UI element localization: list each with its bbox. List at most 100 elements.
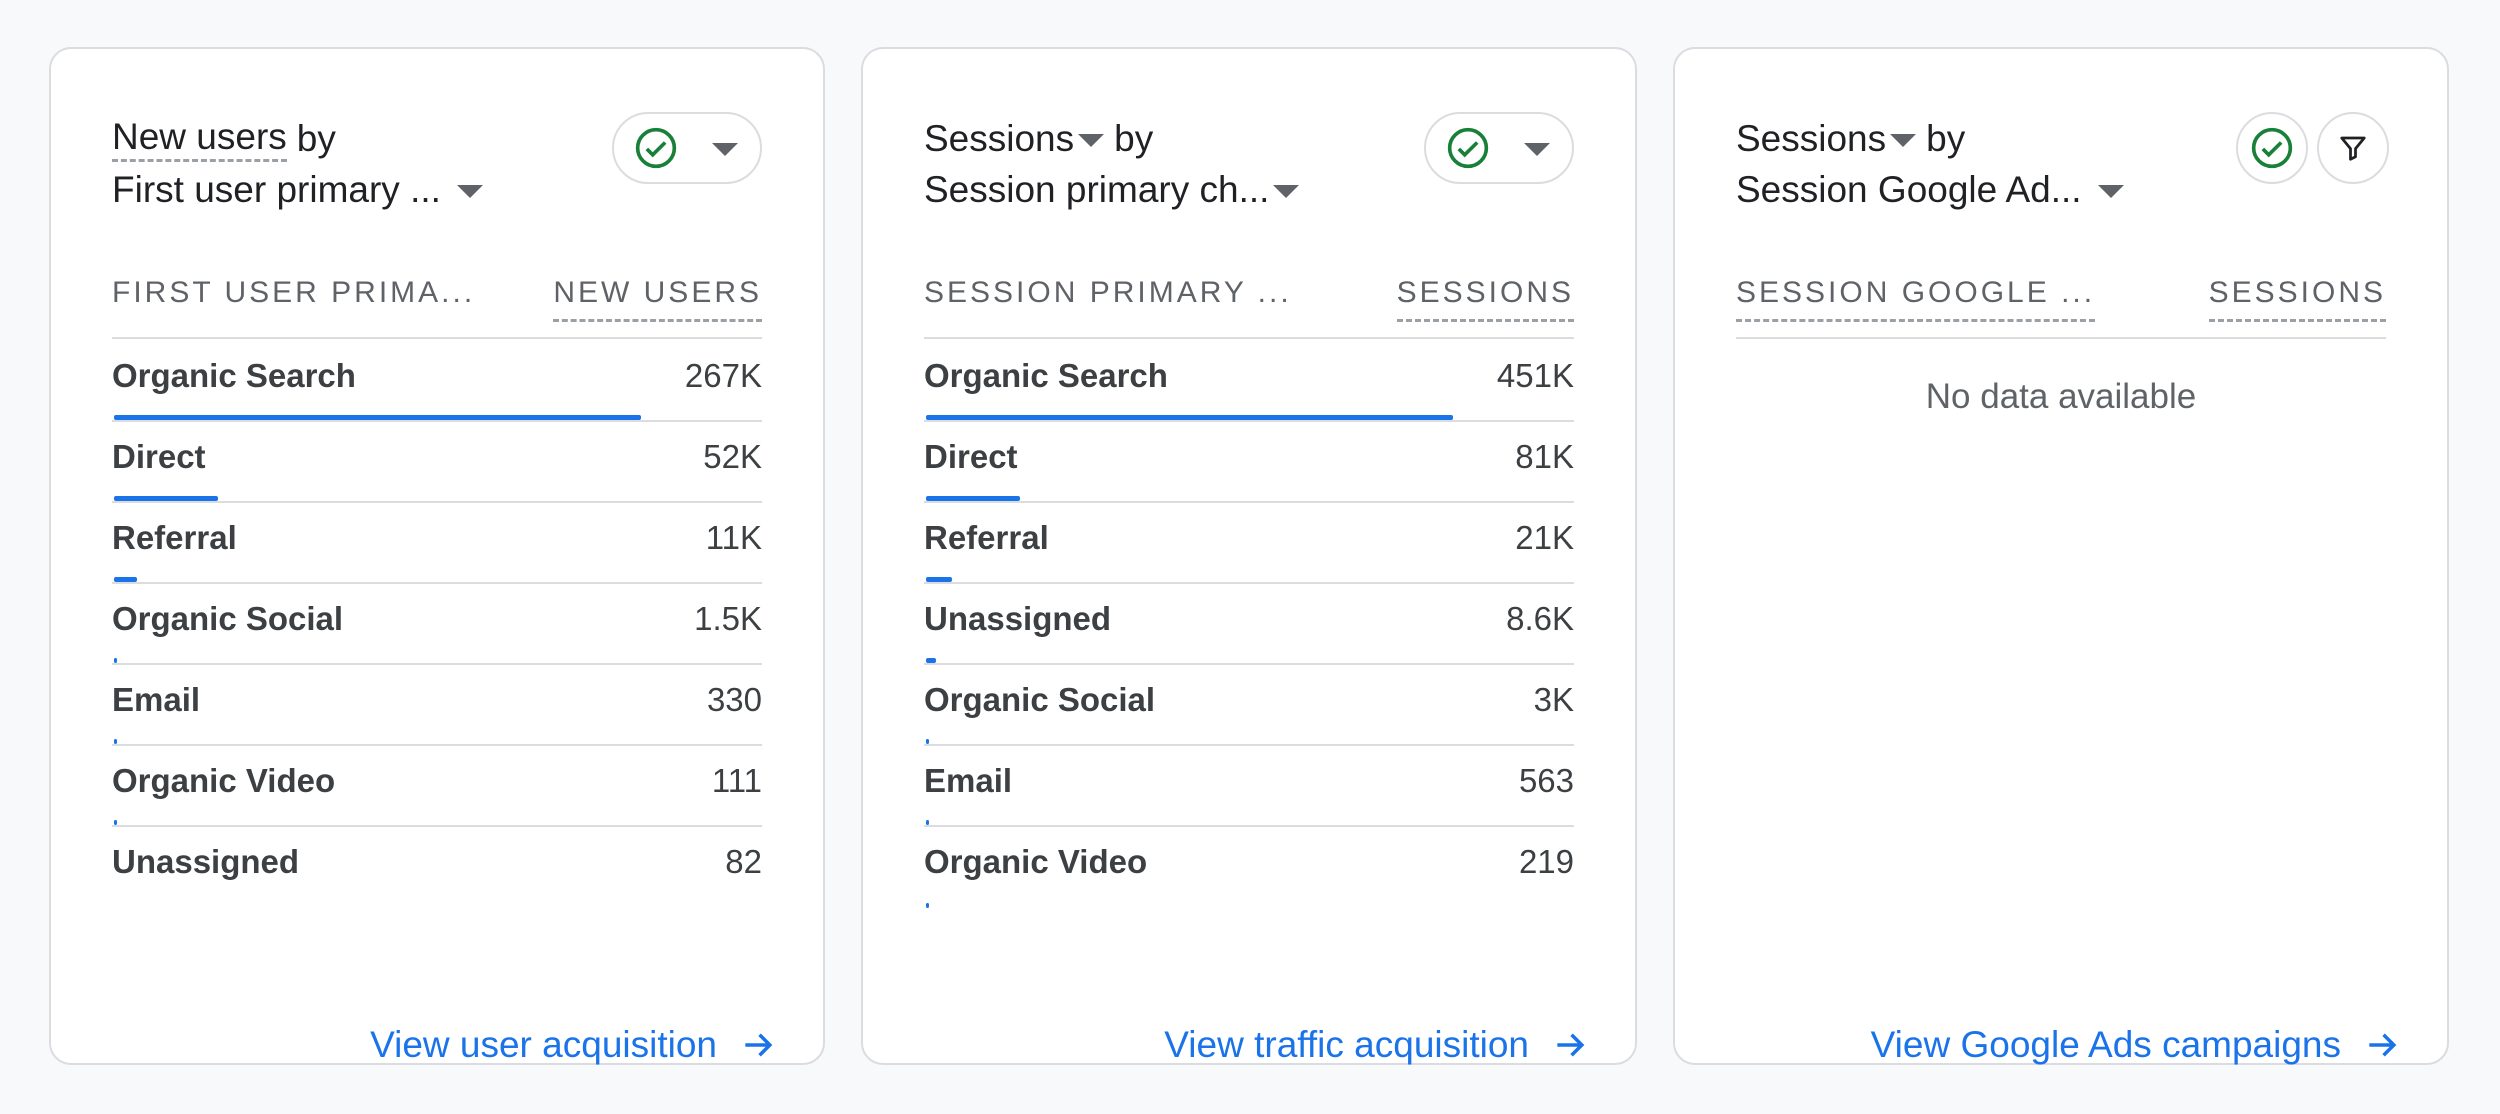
link-label: View user acquisition <box>370 1024 717 1065</box>
row-value: 563 <box>1518 762 1574 799</box>
comparison-dropdown[interactable] <box>612 112 762 184</box>
table-row[interactable]: Direct 52K <box>112 422 762 503</box>
row-bar <box>114 658 118 663</box>
row-bar <box>926 658 936 663</box>
row-label: Direct <box>924 438 1018 475</box>
view-traffic-acquisition-link[interactable]: View traffic acquisition <box>1164 1024 1589 1066</box>
dimension-label: Session Google Ad... <box>1736 169 2082 210</box>
table-row[interactable]: Organic Search 451K <box>924 341 1574 422</box>
row-label: Organic Social <box>924 681 1156 718</box>
row-value: 11K <box>705 519 762 556</box>
card-new-users: New users by First user primary ... FIRS… <box>49 47 825 1065</box>
table-row[interactable]: Referral 11K <box>112 503 762 584</box>
triangle-down-icon <box>1078 134 1105 147</box>
filter-icon <box>2340 136 2366 161</box>
arrow-right-icon <box>1551 1026 1589 1064</box>
row-label: Unassigned <box>924 600 1112 637</box>
row-value: 21K <box>1515 519 1574 556</box>
title-by: by <box>1926 118 1966 159</box>
row-label: Organic Video <box>112 762 336 799</box>
row-value: 82 <box>725 843 762 880</box>
link-label: View Google Ads campaigns <box>1870 1024 2341 1065</box>
arrow-right-icon <box>739 1026 777 1064</box>
row-bar <box>926 820 929 825</box>
no-data-message: No data available <box>1925 377 2197 416</box>
dimension-label: Session primary ch... <box>924 169 1270 210</box>
triangle-down-icon <box>1890 134 1917 147</box>
metric-selector[interactable]: Sessions <box>924 113 1074 164</box>
column-header-metric[interactable]: NEW USERS <box>553 275 762 322</box>
row-label: Email <box>112 681 201 718</box>
table-row[interactable]: Unassigned 8.6K <box>924 584 1574 665</box>
table-row[interactable]: Organic Video 111 <box>112 746 762 827</box>
row-value: 81K <box>1515 438 1574 475</box>
row-bar <box>114 415 641 420</box>
comparison-button[interactable] <box>2236 112 2308 184</box>
row-value: 3K <box>1533 681 1574 718</box>
card-sessions-channel: Sessions by Session primary ch... SESSIO… <box>861 47 1637 1065</box>
link-label: View traffic acquisition <box>1164 1024 1529 1065</box>
table-row[interactable]: Unassigned 82 <box>112 827 762 908</box>
metric-selector[interactable]: Sessions <box>1736 113 1886 164</box>
dimension-selector[interactable]: Session Google Ad... <box>1736 164 2124 215</box>
row-bar <box>926 496 1021 501</box>
card-title: Sessions by Session Google Ad... <box>1736 113 2124 215</box>
row-value: 52K <box>703 438 762 475</box>
column-header-metric[interactable]: SESSIONS <box>1396 275 1574 322</box>
row-bar <box>114 577 137 582</box>
column-header-metric[interactable]: SESSIONS <box>2208 275 2386 322</box>
row-value: 451K <box>1496 357 1574 394</box>
row-label: Organic Search <box>924 357 1168 394</box>
view-google-ads-campaigns-link[interactable]: View Google Ads campaigns <box>1871 1024 2401 1066</box>
column-header-dimension[interactable]: SESSION GOOGLE ... <box>1736 275 2096 322</box>
table-body: Organic Search 267K Direct 52K Referral 11K… <box>112 341 762 908</box>
triangle-down-icon <box>1524 142 1550 156</box>
row-label: Organic Social <box>112 600 344 637</box>
row-value: 111 <box>711 762 762 799</box>
table-row[interactable]: Organic Social 1.5K <box>112 584 762 665</box>
row-bar <box>114 739 117 744</box>
table-row[interactable]: Email 563 <box>924 746 1574 827</box>
dimension-selector[interactable]: Session primary ch... <box>924 164 1300 215</box>
row-label: Referral <box>112 519 237 556</box>
row-label: Email <box>924 762 1013 799</box>
column-header-dimension[interactable]: SESSION PRIMARY ... <box>924 275 1292 311</box>
arrow-right-icon <box>2363 1026 2401 1064</box>
triangle-down-icon <box>2097 185 2124 198</box>
table-row[interactable]: Referral 21K <box>924 503 1574 584</box>
row-value: 1.5K <box>694 600 762 637</box>
card-title: Sessions by Session primary ch... <box>924 113 1300 215</box>
check-circle-icon <box>1447 127 1489 169</box>
row-bar <box>926 415 1453 420</box>
row-bar <box>926 577 952 582</box>
title-by: by <box>296 118 336 159</box>
column-header-dimension[interactable]: FIRST USER PRIMA... <box>112 275 475 311</box>
row-label: Referral <box>924 519 1049 556</box>
row-label: Organic Video <box>924 843 1148 880</box>
card-sessions-google-ads: Sessions by Session Google Ad... SESSION… <box>1673 47 2449 1065</box>
row-value: 267K <box>684 357 762 394</box>
table-row[interactable]: Organic Social 3K <box>924 665 1574 746</box>
table-row[interactable]: Email 330 <box>112 665 762 746</box>
row-bar <box>926 903 929 908</box>
comparison-dropdown[interactable] <box>1424 112 1574 184</box>
table-header: SESSION GOOGLE ... SESSIONS <box>1736 271 2386 339</box>
check-circle-icon <box>635 127 677 169</box>
title-by: by <box>1114 118 1154 159</box>
triangle-down-icon <box>712 142 738 156</box>
triangle-down-icon <box>1273 185 1300 198</box>
row-value: 8.6K <box>1506 600 1574 637</box>
check-circle-icon <box>2251 127 2293 169</box>
view-user-acquisition-link[interactable]: View user acquisition <box>370 1024 777 1066</box>
metric-selector[interactable]: New users <box>112 115 287 162</box>
table-row[interactable]: Organic Search 267K <box>112 341 762 422</box>
table-row[interactable]: Direct 81K <box>924 422 1574 503</box>
filter-button[interactable] <box>2317 112 2389 184</box>
table-header: SESSION PRIMARY ... SESSIONS <box>924 271 1574 339</box>
row-bar <box>926 739 930 744</box>
table-row[interactable]: Organic Video 219 <box>924 827 1574 908</box>
row-label: Direct <box>112 438 206 475</box>
dimension-selector[interactable]: First user primary ... <box>112 164 483 215</box>
row-value: 330 <box>706 681 762 718</box>
row-label: Unassigned <box>112 843 300 880</box>
